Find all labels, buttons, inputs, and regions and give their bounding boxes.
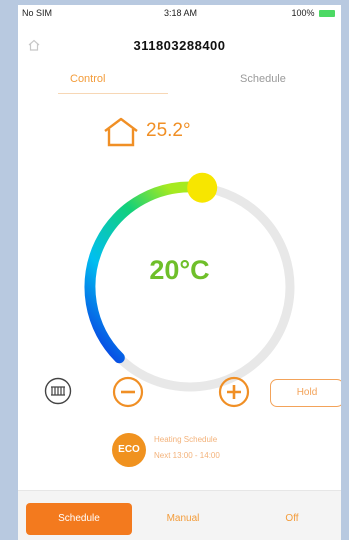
battery-icon [319,10,335,18]
status-right: 100% [291,8,335,18]
mode-off-button[interactable]: Off [262,503,322,535]
title-bar: 311803288400 [18,35,341,57]
temperature-dial[interactable] [70,167,310,407]
mode-schedule-button[interactable]: Schedule [26,503,132,535]
status-bar: No SIM 3:18 AM 100% [18,5,341,21]
house-icon [104,117,138,147]
dial-knob[interactable] [187,172,218,203]
increase-temperature-button[interactable] [218,376,250,408]
hold-button[interactable]: Hold [270,379,341,407]
controls-row: Hold [18,375,341,415]
mode-manual-button[interactable]: Manual [148,503,218,535]
tab-bar: Control Schedule [18,71,341,94]
eco-badge: ECO [112,433,146,467]
device-title: 311803288400 [133,38,226,53]
decrease-temperature-button[interactable] [112,376,144,408]
mode-bar: Schedule Manual Off [18,490,341,540]
status-time: 3:18 AM [164,8,198,18]
tab-underline [58,93,168,94]
carrier-label: No SIM [22,8,53,18]
room-temperature-row: 25.2° [102,117,191,147]
schedule-line-2: Next 13:00 - 14:00 [154,451,220,460]
schedule-line-1: Heating Schedule [154,435,218,444]
target-temperature: 20°C [149,255,210,285]
tab-schedule[interactable]: Schedule [240,73,286,85]
tab-control[interactable]: Control [70,73,105,85]
phone-screen: No SIM 3:18 AM 100% 311803288400 Control… [18,5,341,540]
battery-percent: 100% [291,8,315,18]
room-temperature: 25.2° [146,120,191,141]
heating-mode-icon[interactable] [44,377,72,405]
